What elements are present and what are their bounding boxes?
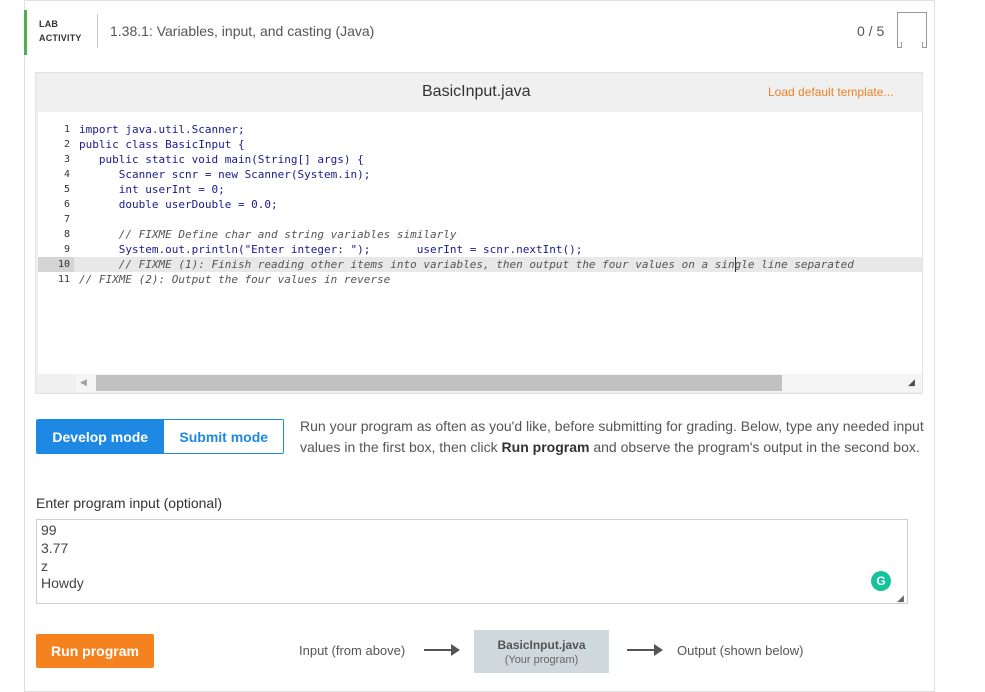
code-line[interactable]: // FIXME Define char and string variable… bbox=[79, 227, 457, 242]
code-line[interactable]: double userDouble = 0.0; bbox=[79, 197, 278, 212]
score-badge-icon bbox=[897, 12, 927, 48]
line-number: 10 bbox=[57, 259, 70, 270]
input-line: 99 bbox=[41, 522, 57, 538]
input-line: z bbox=[41, 558, 48, 574]
line-number: 9 bbox=[63, 244, 70, 255]
arrow-head-icon bbox=[451, 644, 460, 656]
line-number: 2 bbox=[63, 139, 70, 150]
program-input-field[interactable] bbox=[36, 519, 908, 604]
arrow-head-icon bbox=[654, 644, 663, 656]
lab-activity-tag: LAB ACTIVITY bbox=[39, 17, 82, 45]
triangle-right-icon[interactable]: ◢ bbox=[908, 377, 915, 388]
header-divider bbox=[97, 14, 98, 48]
program-name: BasicInput.java bbox=[497, 637, 586, 652]
submit-mode-button[interactable]: Submit mode bbox=[163, 420, 283, 453]
program-sub: (Your program) bbox=[504, 653, 579, 666]
arrow-right-icon bbox=[627, 649, 655, 651]
line-number: 7 bbox=[63, 214, 70, 225]
program-box: BasicInput.java (Your program) bbox=[474, 630, 609, 673]
text-cursor bbox=[735, 257, 736, 272]
grammarly-icon[interactable]: G bbox=[871, 571, 891, 591]
lab-tag-line2: ACTIVITY bbox=[39, 33, 82, 43]
code-line[interactable]: public class BasicInput { bbox=[79, 137, 245, 152]
run-instructions: Run your program as often as you'd like,… bbox=[300, 416, 925, 458]
triangle-left-icon[interactable]: ◀ bbox=[80, 377, 87, 388]
line-number: 5 bbox=[63, 184, 70, 195]
input-from-above-label: Input (from above) bbox=[299, 643, 406, 658]
program-input-label: Enter program input (optional) bbox=[36, 495, 222, 511]
line-number: 1 bbox=[63, 124, 70, 135]
code-line[interactable]: public static void main(String[] args) { bbox=[79, 152, 364, 167]
line-number: 4 bbox=[63, 169, 70, 180]
line-number: 8 bbox=[63, 229, 70, 240]
line-number: 11 bbox=[57, 274, 70, 285]
code-line[interactable]: // FIXME (1): Finish reading other items… bbox=[79, 257, 854, 272]
develop-mode-button[interactable]: Develop mode bbox=[37, 420, 164, 453]
scrollbar-thumb[interactable] bbox=[96, 375, 782, 391]
code-line[interactable]: Scanner scnr = new Scanner(System.in); bbox=[79, 167, 371, 182]
code-line[interactable]: System.out.println("Enter integer: "); u… bbox=[79, 242, 583, 257]
arrow-right-icon bbox=[424, 649, 452, 651]
resize-handle-icon[interactable]: ◢ bbox=[897, 593, 904, 604]
code-line[interactable]: import java.util.Scanner; bbox=[79, 122, 245, 137]
activity-title: 1.38.1: Variables, input, and casting (J… bbox=[110, 23, 375, 39]
input-line: 3.77 bbox=[41, 540, 69, 556]
line-number: 6 bbox=[63, 199, 70, 210]
load-default-template-link[interactable]: Load default template... bbox=[768, 85, 893, 99]
mode-toggle: Develop mode Submit mode bbox=[36, 419, 284, 454]
input-line: Howdy bbox=[41, 575, 84, 591]
lab-tag-line1: LAB bbox=[39, 19, 59, 29]
editor-file-name: BasicInput.java bbox=[422, 83, 531, 100]
code-line[interactable]: // FIXME (2): Output the four values in … bbox=[79, 272, 390, 287]
instructions-bold: Run program bbox=[501, 439, 590, 455]
run-program-button[interactable]: Run program bbox=[36, 634, 154, 668]
instructions-text-2: and observe the program's output in the … bbox=[589, 439, 920, 455]
score-text: 0 / 5 bbox=[857, 23, 885, 39]
code-line[interactable]: int userInt = 0; bbox=[79, 182, 225, 197]
activity-accent-bar bbox=[24, 10, 27, 55]
line-number: 3 bbox=[63, 154, 70, 165]
output-shown-below-label: Output (shown below) bbox=[677, 643, 804, 658]
